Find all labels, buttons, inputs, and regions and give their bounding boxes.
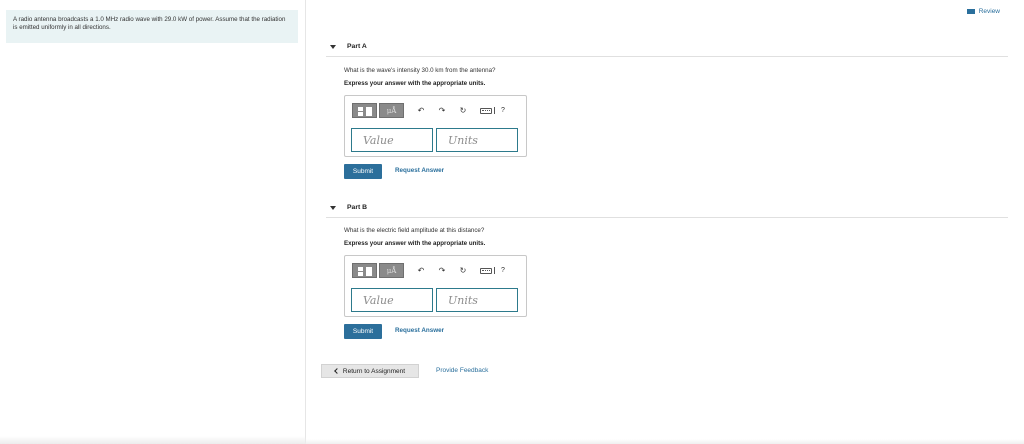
- separator: [494, 267, 495, 274]
- redo-icon[interactable]: ↷: [438, 266, 446, 275]
- review-label: Review: [978, 8, 1000, 15]
- part-b-header[interactable]: Part B: [326, 198, 1008, 218]
- reset-icon[interactable]: ↻: [459, 106, 467, 115]
- value-input[interactable]: Value: [351, 288, 433, 312]
- part-b-toolbar: μÅ ↶ ↷ ↻ ?: [352, 262, 505, 279]
- part-a-instruction: Express your answer with the appropriate…: [344, 80, 486, 87]
- return-to-assignment-button[interactable]: Return to Assignment: [321, 364, 419, 378]
- undo-icon[interactable]: ↶: [417, 106, 425, 115]
- provide-feedback-link[interactable]: Provide Feedback: [436, 367, 488, 374]
- request-answer-link[interactable]: Request Answer: [395, 327, 444, 334]
- chevron-left-icon: [334, 368, 340, 374]
- submit-button[interactable]: Submit: [344, 164, 382, 179]
- review-icon: [966, 9, 975, 14]
- part-a-title: Part A: [347, 43, 367, 50]
- panel-shadow: [0, 436, 306, 444]
- units-input[interactable]: Units: [436, 288, 518, 312]
- units-button[interactable]: μÅ: [379, 103, 404, 118]
- part-b-instruction: Express your answer with the appropriate…: [344, 240, 486, 247]
- part-b-title: Part B: [347, 204, 368, 211]
- keyboard-icon[interactable]: [480, 107, 492, 114]
- return-label: Return to Assignment: [342, 367, 406, 375]
- undo-icon[interactable]: ↶: [417, 266, 425, 275]
- caret-down-icon[interactable]: [330, 44, 336, 49]
- problem-panel: A radio antenna broadcasts a 1.0 MHz rad…: [0, 0, 306, 444]
- submit-button[interactable]: Submit: [344, 324, 382, 339]
- part-a-header[interactable]: Part A: [326, 37, 1008, 57]
- separator: [494, 107, 495, 114]
- caret-down-icon[interactable]: [330, 205, 336, 210]
- part-a-answer-box: μÅ ↶ ↷ ↻ ? Value Units: [344, 95, 527, 157]
- keyboard-icon[interactable]: [480, 267, 492, 274]
- units-button[interactable]: μÅ: [379, 263, 404, 278]
- part-b-answer-box: μÅ ↶ ↷ ↻ ? Value Units: [344, 255, 527, 317]
- review-link[interactable]: Review: [966, 8, 1000, 15]
- part-b-question: What is the electric field amplitude at …: [344, 227, 485, 234]
- redo-icon[interactable]: ↷: [438, 106, 446, 115]
- help-icon[interactable]: ?: [501, 107, 505, 114]
- problem-statement: A radio antenna broadcasts a 1.0 MHz rad…: [6, 10, 298, 43]
- template-icon[interactable]: [352, 263, 377, 278]
- request-answer-link[interactable]: Request Answer: [395, 167, 444, 174]
- reset-icon[interactable]: ↻: [459, 266, 467, 275]
- part-a-question: What is the wave's intensity 30.0 km fro…: [344, 67, 496, 74]
- value-input[interactable]: Value: [351, 128, 433, 152]
- part-a-toolbar: μÅ ↶ ↷ ↻ ?: [352, 102, 505, 119]
- template-icon[interactable]: [352, 103, 377, 118]
- units-input[interactable]: Units: [436, 128, 518, 152]
- page-shadow: [306, 439, 1024, 444]
- help-icon[interactable]: ?: [501, 267, 505, 274]
